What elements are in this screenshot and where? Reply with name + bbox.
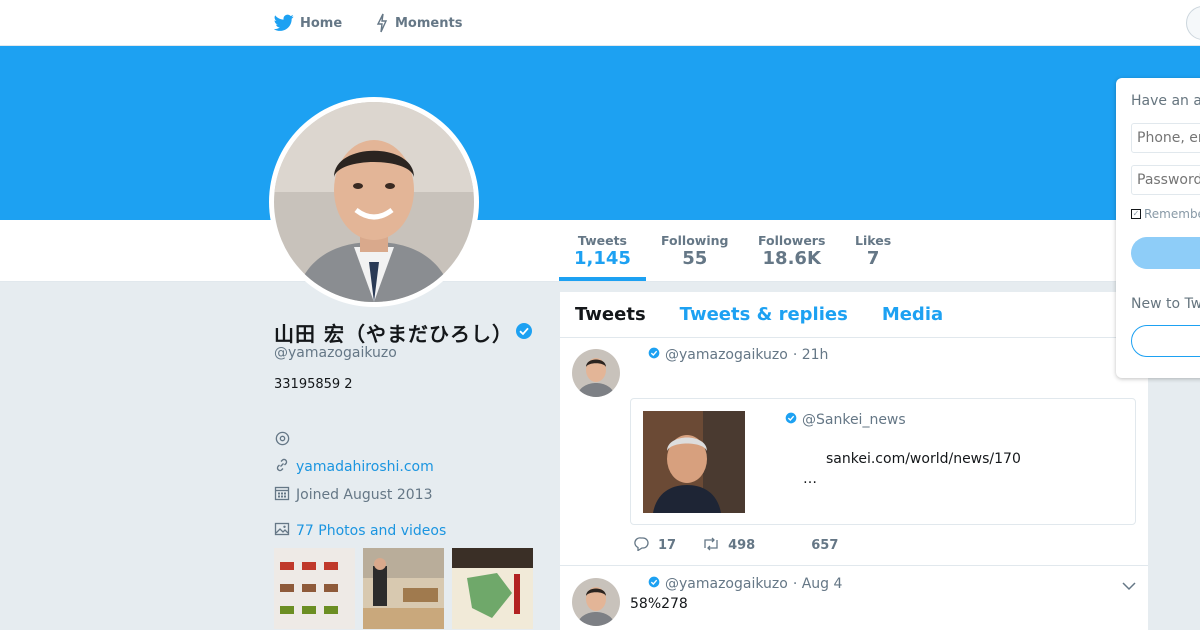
reply-button[interactable]: 17 (634, 536, 676, 555)
verified-badge-icon (785, 412, 797, 428)
location-pin-icon (274, 430, 291, 451)
password-input[interactable] (1131, 165, 1200, 195)
stat-label: Tweets (577, 233, 627, 248)
calendar-icon (274, 485, 290, 505)
stat-tweets[interactable]: Tweets 1,145 (574, 233, 631, 270)
active-stat-underline (559, 277, 646, 281)
profile-join-date-row: Joined August 2013 (274, 485, 432, 505)
tweet-header: @yamazogaikuzo · Aug 4 (648, 576, 842, 592)
remember-me-label: Remember me (1144, 207, 1200, 221)
quoted-tweet-image (643, 411, 745, 513)
quoted-tweet-header: @Sankei_news (785, 412, 906, 428)
photos-label: 77 Photos and videos (296, 523, 447, 539)
link-icon (274, 457, 290, 477)
user-avatar-button[interactable] (1186, 6, 1200, 40)
tweet-handle[interactable]: @yamazogaikuzo (665, 576, 788, 592)
photo-icon (274, 521, 290, 541)
log-in-button[interactable] (1131, 237, 1200, 269)
login-title: Have an account? (1131, 93, 1200, 109)
nav-moments[interactable]: Moments (375, 0, 462, 46)
stat-value: 55 (682, 248, 708, 269)
remember-me-checkbox[interactable]: ✓ (1131, 209, 1141, 219)
tweet-header: @yamazogaikuzo · 21h (648, 347, 828, 363)
retweet-count: 498 (728, 538, 756, 553)
profile-screen-name[interactable]: @yamazogaikuzo (274, 345, 397, 361)
verified-badge-icon (648, 576, 660, 592)
photo-thumbnail[interactable] (363, 548, 444, 629)
verified-badge-icon (515, 321, 533, 345)
stat-label: Likes (855, 233, 892, 248)
profile-banner (0, 46, 1200, 220)
username-input[interactable] (1131, 123, 1200, 153)
remember-me-row[interactable]: ✓ Remember me (1131, 207, 1200, 221)
like-button[interactable]: 657 (811, 538, 838, 553)
tab-media[interactable]: Media (882, 304, 943, 325)
bird-icon (274, 14, 294, 32)
tab-tweets-and-replies[interactable]: Tweets & replies (680, 304, 848, 325)
profile-fullname[interactable]: 山田 宏（やまだひろし） (274, 318, 533, 347)
tweet-actions: 17 498 657 (634, 536, 838, 555)
chevron-down-icon[interactable] (1122, 576, 1136, 595)
stat-label: Following (661, 233, 729, 248)
stat-label: Followers (758, 233, 826, 248)
profile-avatar[interactable] (269, 97, 479, 307)
profile-bio: 33195859 2 (274, 377, 353, 392)
profile-url-link[interactable]: yamadahiroshi.com (296, 459, 434, 475)
tweet-author-avatar[interactable] (572, 349, 620, 397)
lightning-icon (375, 13, 389, 33)
quoted-tweet-ellipsis: … (803, 471, 817, 487)
top-navigation: Home Moments (0, 0, 1200, 46)
like-count: 657 (811, 538, 839, 553)
tab-tweets[interactable]: Tweets (575, 304, 646, 325)
login-dropdown: Have an account? ✓ Remember me New to Tw… (1116, 78, 1200, 378)
quoted-tweet[interactable]: @Sankei_news sankei.com/world/news/170 … (630, 398, 1136, 525)
join-date-text: Joined August 2013 (296, 487, 433, 503)
quoted-tweet-handle[interactable]: @Sankei_news (802, 412, 906, 428)
stat-value: 7 (866, 248, 880, 269)
tweet[interactable]: @yamazogaikuzo · 21h @Sankei_news sankei… (560, 338, 1148, 566)
retweet-icon (702, 537, 720, 555)
stat-value: 18.6K (762, 248, 821, 269)
photos-and-videos-link[interactable]: 77 Photos and videos (274, 521, 446, 541)
nav-moments-label: Moments (395, 15, 463, 31)
tweet-text: 58%278 (630, 596, 688, 612)
tweet-handle[interactable]: @yamazogaikuzo (665, 347, 788, 363)
tweet[interactable]: @yamazogaikuzo · Aug 4 58%278 (560, 566, 1148, 630)
fullname-text: 山田 宏（やまだひろし） (274, 322, 513, 346)
stat-following[interactable]: Following 55 (661, 233, 728, 270)
stat-likes[interactable]: Likes 7 (855, 233, 891, 270)
reply-count: 17 (658, 538, 677, 553)
timeline-tabs: Tweets Tweets & replies Media (560, 292, 1148, 338)
photo-thumbnail[interactable] (452, 548, 533, 629)
profile-url-row: yamadahiroshi.com (274, 457, 434, 477)
new-to-twitter-text: New to Twitter? (1131, 296, 1200, 312)
tweet-author-avatar[interactable] (572, 578, 620, 626)
stat-value: 1,145 (574, 248, 631, 269)
tweet-timestamp[interactable]: · 21h (793, 347, 829, 363)
retweet-button[interactable]: 498 (702, 537, 755, 555)
nav-home-label: Home (300, 15, 343, 31)
stat-followers[interactable]: Followers 18.6K (758, 233, 825, 270)
reply-icon (634, 536, 650, 555)
sign-up-button[interactable] (1131, 325, 1200, 357)
nav-home[interactable]: Home (274, 0, 342, 46)
quoted-tweet-link[interactable]: sankei.com/world/news/170 (826, 451, 1021, 467)
verified-badge-icon (648, 347, 660, 363)
tweet-timestamp[interactable]: · Aug 4 (793, 576, 843, 592)
photo-thumbnail[interactable] (274, 548, 355, 629)
timeline: Tweets Tweets & replies Media @yamazogai… (560, 292, 1148, 630)
